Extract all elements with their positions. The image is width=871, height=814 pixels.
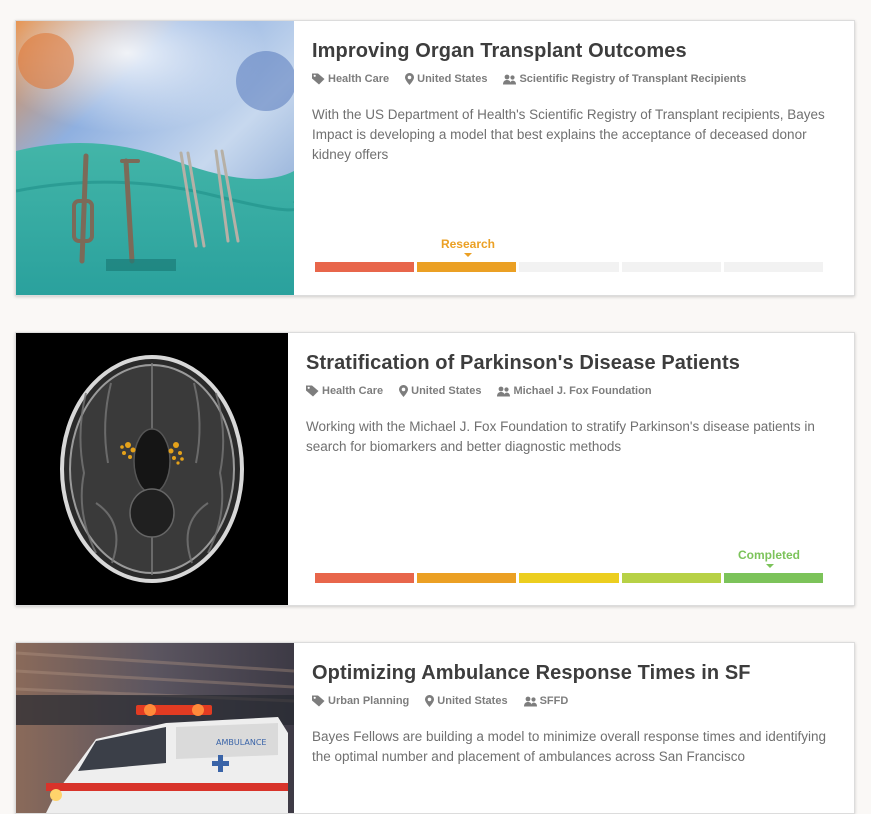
- progress-segment: [519, 573, 619, 583]
- project-meta: Urban Planning United States SFFD: [312, 695, 568, 707]
- stage-label: Research: [440, 237, 496, 251]
- project-description: Bayes Fellows are building a model to mi…: [312, 729, 827, 764]
- users-icon: [497, 386, 511, 396]
- location-label: United States: [417, 73, 488, 85]
- stage-caret-icon: [464, 253, 472, 257]
- map-marker-icon: [405, 73, 415, 85]
- category-tag[interactable]: Health Care: [312, 73, 389, 85]
- category-label: Urban Planning: [328, 695, 410, 707]
- project-title[interactable]: Optimizing Ambulance Response Times in S…: [312, 662, 751, 685]
- progress-segment: [621, 262, 721, 272]
- partner-tag[interactable]: SFFD: [523, 695, 569, 707]
- stage-caret-icon: [766, 564, 774, 568]
- project-title[interactable]: Improving Organ Transplant Outcomes: [312, 40, 687, 63]
- location-tag[interactable]: United States: [405, 73, 487, 85]
- map-marker-icon: [399, 385, 409, 397]
- location-tag[interactable]: United States: [399, 385, 481, 397]
- progress-segment: [417, 573, 517, 583]
- progress-segment: [723, 262, 824, 272]
- project-description: With the US Department of Health's Scien…: [312, 107, 825, 162]
- svg-text:AMBULANCE: AMBULANCE: [216, 738, 266, 747]
- category-tag[interactable]: Urban Planning: [312, 695, 409, 707]
- stage-progress-bar: [315, 262, 824, 272]
- project-description: Working with the Michael J. Fox Foundati…: [306, 419, 815, 454]
- stage-label: Completed: [737, 548, 800, 562]
- project-card[interactable]: Improving Organ Transplant Outcomes Heal…: [15, 20, 855, 296]
- project-meta: Health Care United States Scientific Reg…: [312, 73, 746, 85]
- project-meta: Health Care United States Michael J. Fox…: [306, 385, 652, 397]
- map-marker-icon: [425, 695, 435, 707]
- project-image[interactable]: AMBULANCE: [16, 643, 294, 813]
- project-card[interactable]: Stratification of Parkinson's Disease Pa…: [15, 332, 855, 606]
- users-icon: [523, 696, 537, 706]
- partner-label: Scientific Registry of Transplant Recipi…: [519, 73, 747, 85]
- project-image[interactable]: [16, 333, 288, 605]
- progress-segment: [723, 573, 824, 583]
- brain-mri-image: [16, 333, 288, 605]
- category-tag[interactable]: Health Care: [306, 385, 383, 397]
- stage-progress-bar: [315, 573, 824, 583]
- project-card[interactable]: AMBULANCE Optimizing Ambulance Response …: [15, 642, 855, 814]
- category-label: Health Care: [322, 385, 384, 397]
- progress-segment: [417, 262, 517, 272]
- location-label: United States: [411, 385, 482, 397]
- progress-segment: [315, 262, 415, 272]
- partner-tag[interactable]: Scientific Registry of Transplant Recipi…: [503, 73, 746, 85]
- progress-segment: [621, 573, 721, 583]
- progress-segment: [315, 573, 415, 583]
- project-title[interactable]: Stratification of Parkinson's Disease Pa…: [306, 352, 740, 375]
- users-icon: [503, 74, 517, 84]
- tag-icon: [312, 695, 325, 707]
- tag-icon: [312, 73, 325, 85]
- project-image[interactable]: [16, 21, 294, 295]
- progress-segment: [519, 262, 619, 272]
- category-label: Health Care: [328, 73, 390, 85]
- partner-label: Michael J. Fox Foundation: [513, 385, 652, 397]
- ambulance-image: AMBULANCE: [16, 643, 294, 813]
- location-tag[interactable]: United States: [425, 695, 508, 707]
- partner-label: SFFD: [539, 695, 569, 707]
- surgical-instruments-image: [16, 21, 294, 295]
- tag-icon: [306, 385, 319, 397]
- partner-tag[interactable]: Michael J. Fox Foundation: [497, 385, 652, 397]
- location-label: United States: [437, 695, 508, 707]
